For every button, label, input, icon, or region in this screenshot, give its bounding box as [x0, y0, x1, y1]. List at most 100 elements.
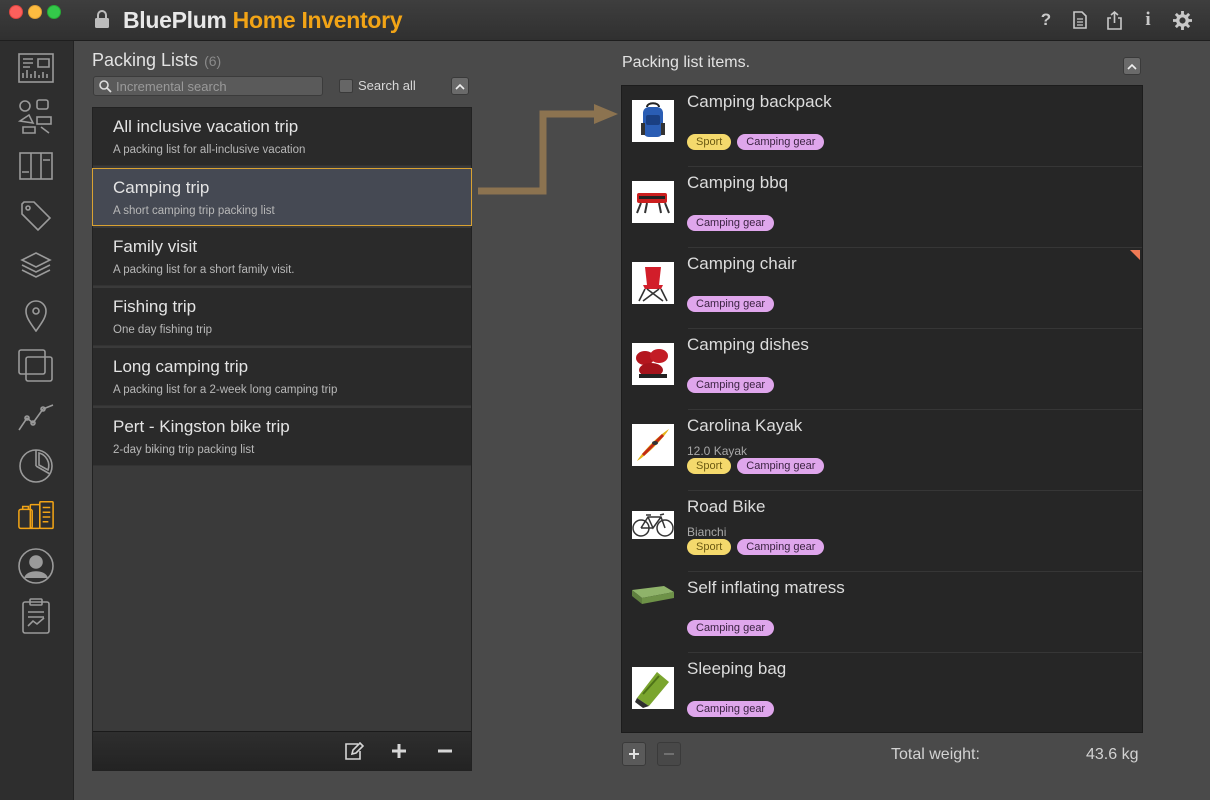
- categories-icon[interactable]: [17, 97, 55, 135]
- minus-icon: [438, 749, 452, 753]
- minimize-window-button[interactable]: [28, 5, 42, 19]
- reports-icon[interactable]: [17, 597, 55, 635]
- search-input[interactable]: [112, 78, 316, 94]
- packing-list-item[interactable]: Pert - Kingston bike trip 2-day biking t…: [93, 408, 471, 466]
- document-icon[interactable]: [1070, 10, 1090, 30]
- packing-lists-title: Packing Lists: [92, 50, 199, 70]
- tag-camping-gear: Camping gear: [687, 215, 775, 231]
- list-item-desc: A short camping trip packing list: [113, 205, 275, 217]
- remove-list-button[interactable]: [434, 740, 456, 762]
- search-all-toggle[interactable]: Search all: [339, 78, 416, 93]
- pie-chart-icon[interactable]: [17, 447, 55, 485]
- help-icon[interactable]: ?: [1036, 10, 1056, 30]
- plus-icon: [629, 749, 639, 759]
- flow-arrow-icon: [478, 104, 618, 195]
- contacts-icon[interactable]: [17, 547, 55, 585]
- item-row[interactable]: Camping chair Camping gear: [622, 248, 1142, 329]
- tag-icon[interactable]: [17, 197, 55, 235]
- item-subtitle: 12.0 Kayak: [687, 444, 748, 458]
- tag-camping-gear: Camping gear: [687, 701, 775, 717]
- item-row[interactable]: Sleeping bag Camping gear: [622, 653, 1142, 732]
- chevron-up-icon: [455, 83, 465, 90]
- item-row[interactable]: Camping dishes Camping gear: [622, 329, 1142, 410]
- navigation-sidebar: [0, 41, 74, 800]
- packing-list-item[interactable]: All inclusive vacation trip A packing li…: [93, 108, 471, 166]
- close-window-button[interactable]: [9, 5, 23, 19]
- tag-sport: Sport: [687, 539, 732, 555]
- zoom-window-button[interactable]: [47, 5, 61, 19]
- tag-camping-gear: Camping gear: [737, 539, 825, 555]
- list-item-name: Fishing trip: [113, 297, 197, 316]
- packing-list-item-selected[interactable]: Camping trip A short camping trip packin…: [92, 168, 472, 226]
- list-item-name: Long camping trip: [113, 357, 249, 376]
- location-icon[interactable]: [17, 297, 55, 335]
- collapse-lists-button[interactable]: [451, 77, 469, 95]
- dishes-icon: [632, 343, 674, 385]
- mattress-icon: [632, 586, 674, 606]
- sleeping-bag-icon: [632, 667, 674, 709]
- app-title: BluePlum Home Inventory: [123, 7, 403, 34]
- list-item-desc: One day fishing trip: [113, 324, 213, 336]
- packing-lists-panel: All inclusive vacation trip A packing li…: [92, 107, 472, 771]
- list-item-name: Camping trip: [113, 178, 210, 197]
- dashboard-icon[interactable]: [17, 49, 55, 87]
- item-name: Sleeping bag: [687, 659, 787, 678]
- item-name: Road Bike: [687, 497, 766, 516]
- collections-icon[interactable]: [17, 347, 55, 385]
- item-row[interactable]: Self inflating matress Camping gear: [622, 572, 1142, 653]
- item-name: Carolina Kayak: [687, 416, 803, 435]
- item-name: Self inflating matress: [687, 578, 845, 597]
- tag-camping-gear: Camping gear: [737, 458, 825, 474]
- add-item-button[interactable]: [622, 742, 646, 766]
- tag-sport: Sport: [687, 134, 732, 150]
- edit-list-button[interactable]: [343, 740, 365, 762]
- list-item-desc: 2-day biking trip packing list: [113, 444, 255, 456]
- tag-camping-gear: Camping gear: [737, 134, 825, 150]
- list-item-name: All inclusive vacation trip: [113, 117, 299, 136]
- packing-list-item[interactable]: Long camping trip A packing list for a 2…: [93, 348, 471, 406]
- packing-lists-header: Packing Lists (6): [92, 50, 221, 71]
- item-row[interactable]: Camping bbq Camping gear: [622, 167, 1142, 248]
- item-row[interactable]: Road Bike Bianchi Sport Camping gear: [622, 491, 1142, 572]
- tag-camping-gear: Camping gear: [687, 377, 775, 393]
- total-weight-label: Total weight:: [891, 746, 980, 763]
- search-icon: [99, 79, 112, 93]
- app-product: Home Inventory: [232, 7, 403, 33]
- backpack-icon: [632, 100, 674, 142]
- gear-icon[interactable]: [1172, 10, 1192, 30]
- collapse-items-button[interactable]: [1123, 57, 1141, 75]
- tag-camping-gear: Camping gear: [687, 620, 775, 636]
- packing-list-item[interactable]: Fishing trip One day fishing trip: [93, 288, 471, 346]
- search-all-checkbox[interactable]: [339, 78, 353, 93]
- title-bar: BluePlum Home Inventory ? i: [0, 0, 1210, 41]
- lock-icon[interactable]: [94, 10, 110, 34]
- item-name: Camping chair: [687, 254, 797, 273]
- kayak-icon: [632, 424, 674, 466]
- remove-item-button[interactable]: [657, 742, 681, 766]
- app-brand: BluePlum: [123, 7, 227, 33]
- list-item-name: Family visit: [113, 237, 198, 256]
- item-row[interactable]: Carolina Kayak 12.0 Kayak Sport Camping …: [622, 410, 1142, 491]
- add-list-button[interactable]: [388, 740, 410, 762]
- tag-camping-gear: Camping gear: [687, 296, 775, 312]
- flag-marker: [1130, 250, 1140, 260]
- tag-sport: Sport: [687, 458, 732, 474]
- books-icon[interactable]: [17, 147, 55, 185]
- chart-icon[interactable]: [17, 397, 55, 435]
- share-icon[interactable]: [1104, 10, 1124, 30]
- bike-icon: [632, 511, 674, 539]
- list-item-desc: A packing list for a short family visit.: [113, 264, 295, 276]
- list-item-desc: A packing list for a 2-week long camping…: [113, 384, 338, 396]
- total-weight-value: 43.6 kg: [1086, 746, 1139, 763]
- packing-list-item[interactable]: Family visit A packing list for a short …: [93, 228, 471, 286]
- plus-icon: [392, 744, 406, 758]
- layers-icon[interactable]: [17, 247, 55, 285]
- chair-icon: [632, 262, 674, 304]
- search-all-label: Search all: [358, 78, 416, 93]
- list-item-name: Pert - Kingston bike trip: [113, 417, 290, 436]
- bbq-icon: [632, 181, 674, 223]
- item-row[interactable]: Camping backpack Sport Camping gear: [622, 86, 1142, 167]
- list-item-desc: A packing list for all-inclusive vacatio…: [113, 144, 306, 156]
- info-icon[interactable]: i: [1138, 9, 1158, 30]
- packing-lists-icon[interactable]: [17, 497, 55, 535]
